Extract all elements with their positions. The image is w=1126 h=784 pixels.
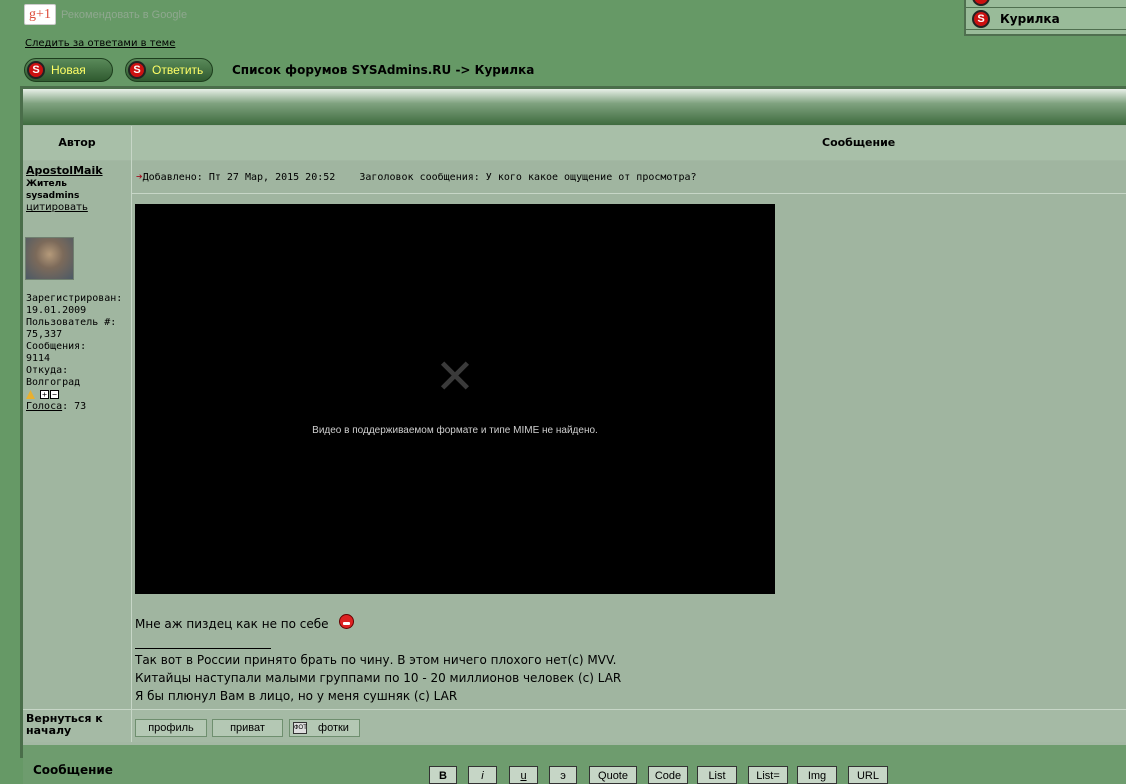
forum-s-icon: S xyxy=(27,61,45,79)
bold-button[interactable]: B xyxy=(429,766,457,784)
profile-button[interactable]: профиль xyxy=(135,719,207,737)
underline-button[interactable]: u xyxy=(509,766,538,784)
author-rank: Житель sysadmins xyxy=(26,178,79,202)
stat-line: Пользователь #: xyxy=(26,317,117,328)
forum-nav-item-kurilka[interactable]: S Курилка xyxy=(966,8,1126,30)
stat-line: 19.01.2009 xyxy=(26,305,87,316)
quote-button[interactable]: Quote xyxy=(589,766,637,784)
stat-line: 75,337 xyxy=(26,329,63,340)
stat-line: Сообщения: xyxy=(26,341,87,352)
video-error-icon: ✕ xyxy=(434,349,476,405)
post-author-link[interactable]: ApostolMaik xyxy=(26,164,103,177)
forum-s-icon: S xyxy=(128,61,146,79)
ordered-list-button[interactable]: List= xyxy=(748,766,788,784)
new-topic-button[interactable]: S Новая тема xyxy=(24,58,113,99)
signature-line: Китайцы наступали малыми группами по 10 … xyxy=(135,671,622,685)
author-rank-line: sysadmins xyxy=(26,191,80,201)
reputation-icons: + − xyxy=(26,389,122,401)
private-message-button[interactable]: приват xyxy=(212,719,283,737)
post-arrow-icon[interactable]: ➔ xyxy=(136,170,143,183)
stat-line: Волгоград xyxy=(26,377,81,388)
strikethrough-button[interactable]: э xyxy=(549,766,577,784)
forum-s-icon: S xyxy=(972,10,990,28)
author-rank-line: Житель xyxy=(26,179,67,189)
google-recommend-text: Рекомендовать в Google xyxy=(61,9,188,21)
google-plus-one-button[interactable]: g+1 xyxy=(24,4,56,25)
reply-message-label: Сообщение xyxy=(33,763,113,777)
watch-topic-link[interactable]: Следить за ответами в теме xyxy=(25,38,175,49)
back-to-top-link[interactable]: Вернуться к началу xyxy=(26,713,116,737)
post-meta-text: Добавлено: Пт 27 Мар, 2015 20:52 Заголов… xyxy=(142,172,697,183)
list-button[interactable]: List xyxy=(697,766,737,784)
author-stats: Зарегистрирован: 19.01.2009 Пользователь… xyxy=(26,293,122,413)
message-column-header: Сообщение xyxy=(132,126,1126,160)
url-button[interactable]: URL xyxy=(848,766,888,784)
video-error-message: Видео в поддерживаемом формате и типе MI… xyxy=(312,425,598,436)
reply-button[interactable]: S Ответить xyxy=(125,58,213,82)
forum-s-icon: S xyxy=(972,0,990,6)
forum-nav-item-label: Курилка xyxy=(1000,12,1060,26)
back-to-top-label: Вернуться к началу xyxy=(26,712,103,737)
code-button[interactable]: Code xyxy=(648,766,688,784)
photos-icon: ФОТ xyxy=(293,722,307,734)
signature-line: Я бы плюнул Вам в лицо, но у меня сушняк… xyxy=(135,689,458,703)
image-button[interactable]: Img xyxy=(797,766,837,784)
stat-line: Откуда: xyxy=(26,365,69,376)
quote-link[interactable]: цитировать xyxy=(26,202,88,213)
topic-table-header-bar xyxy=(23,89,1126,125)
italic-button[interactable]: i xyxy=(468,766,497,784)
signature-line: Так вот в России принято брать по чину. … xyxy=(135,653,617,667)
votes-value: : 73 xyxy=(62,401,87,412)
votes-link[interactable]: Голоса xyxy=(26,401,62,412)
minus-vote-icon[interactable]: − xyxy=(50,390,59,399)
forum-nav-item[interactable]: S xyxy=(966,0,1126,8)
photos-button[interactable]: ФОТ фотки xyxy=(289,719,360,737)
votes-line: Голоса: 73 xyxy=(26,401,122,413)
reply-label: Ответить xyxy=(152,63,204,77)
post-body-text: Мне аж пиздец как не по себе xyxy=(135,617,329,631)
author-column-header: Автор xyxy=(23,126,131,160)
post-meta-divider xyxy=(132,193,1126,194)
plus-vote-icon[interactable]: + xyxy=(40,390,49,399)
photos-label: фотки xyxy=(318,722,349,734)
breadcrumb[interactable]: Список форумов SYSAdmins.RU -> Курилка xyxy=(232,63,534,77)
column-divider xyxy=(131,710,132,742)
rank-chevron-icon xyxy=(26,390,35,399)
signature-divider xyxy=(135,648,271,649)
stat-line: 9114 xyxy=(26,353,51,364)
column-divider xyxy=(131,126,132,742)
post-meta: ➔Добавлено: Пт 27 Мар, 2015 20:52 Заголо… xyxy=(136,170,697,183)
stat-line: Зарегистрирован: xyxy=(26,293,123,304)
angry-smiley-icon xyxy=(339,614,354,629)
avatar xyxy=(25,237,74,280)
forum-nav-box: S S Курилка xyxy=(964,0,1126,36)
